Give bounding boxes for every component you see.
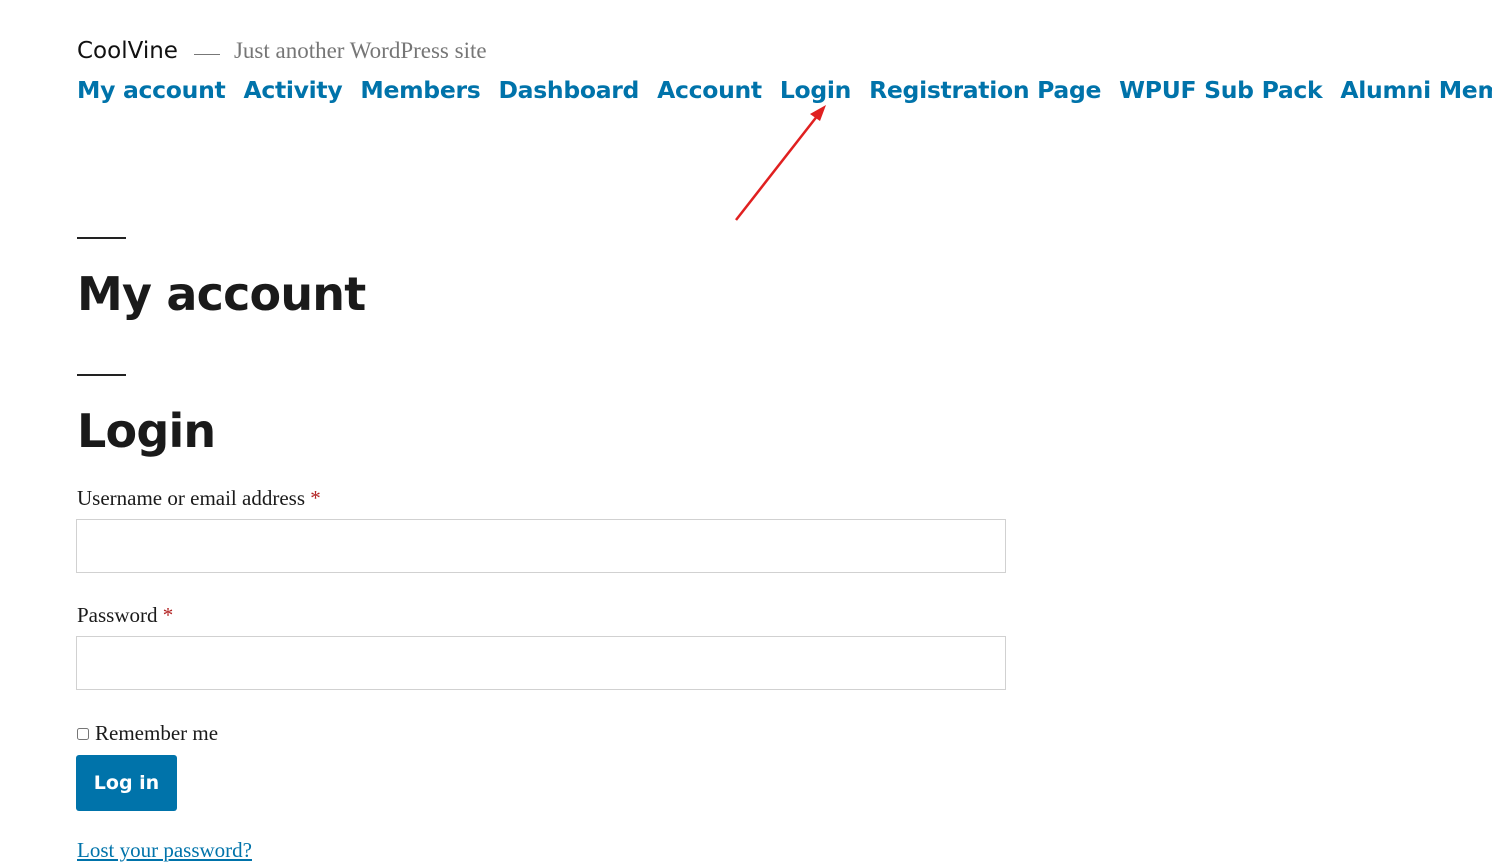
login-heading: Login: [77, 404, 216, 458]
arrow-head: [810, 105, 826, 121]
password-label-text: Password: [77, 603, 158, 627]
nav-item-registration-page[interactable]: Registration Page: [869, 76, 1101, 104]
password-input[interactable]: [76, 636, 1006, 690]
nav-item-activity[interactable]: Activity: [243, 76, 342, 104]
log-in-button[interactable]: Log in: [76, 755, 177, 811]
remember-me[interactable]: Remember me: [77, 721, 218, 746]
page-title: My account: [77, 267, 366, 321]
site-tagline: Just another WordPress site: [233, 38, 487, 63]
nav-item-login[interactable]: Login: [780, 76, 852, 104]
required-marker: *: [162, 603, 174, 627]
primary-menu: My account Activity Members Dashboard Ac…: [77, 76, 1492, 104]
username-label: Username or email address *: [77, 486, 321, 511]
nav-item-members[interactable]: Members: [360, 76, 480, 104]
required-marker: *: [310, 486, 321, 510]
remember-me-checkbox[interactable]: [77, 727, 89, 740]
arrow-shaft: [735, 114, 819, 221]
username-label-text: Username or email address: [77, 486, 305, 510]
lost-password-link[interactable]: Lost your password?: [77, 838, 252, 863]
title-separator: [193, 53, 220, 55]
password-label: Password *: [77, 603, 173, 628]
nav-item-account[interactable]: Account: [657, 76, 762, 104]
nav-item-wpuf-sub-pack[interactable]: WPUF Sub Pack: [1119, 76, 1323, 104]
section-divider: [77, 374, 126, 376]
site-branding: CoolVine Just another WordPress site: [77, 38, 487, 64]
annotation-arrow: [735, 105, 826, 221]
username-input[interactable]: [76, 519, 1006, 573]
remember-me-label: Remember me: [95, 721, 219, 745]
nav-item-my-account[interactable]: My account: [77, 76, 226, 104]
nav-item-alumni-members[interactable]: Alumni Members: [1340, 76, 1492, 104]
nav-item-dashboard[interactable]: Dashboard: [498, 76, 639, 104]
title-divider: [77, 237, 126, 239]
site-title-link[interactable]: CoolVine: [77, 38, 178, 64]
